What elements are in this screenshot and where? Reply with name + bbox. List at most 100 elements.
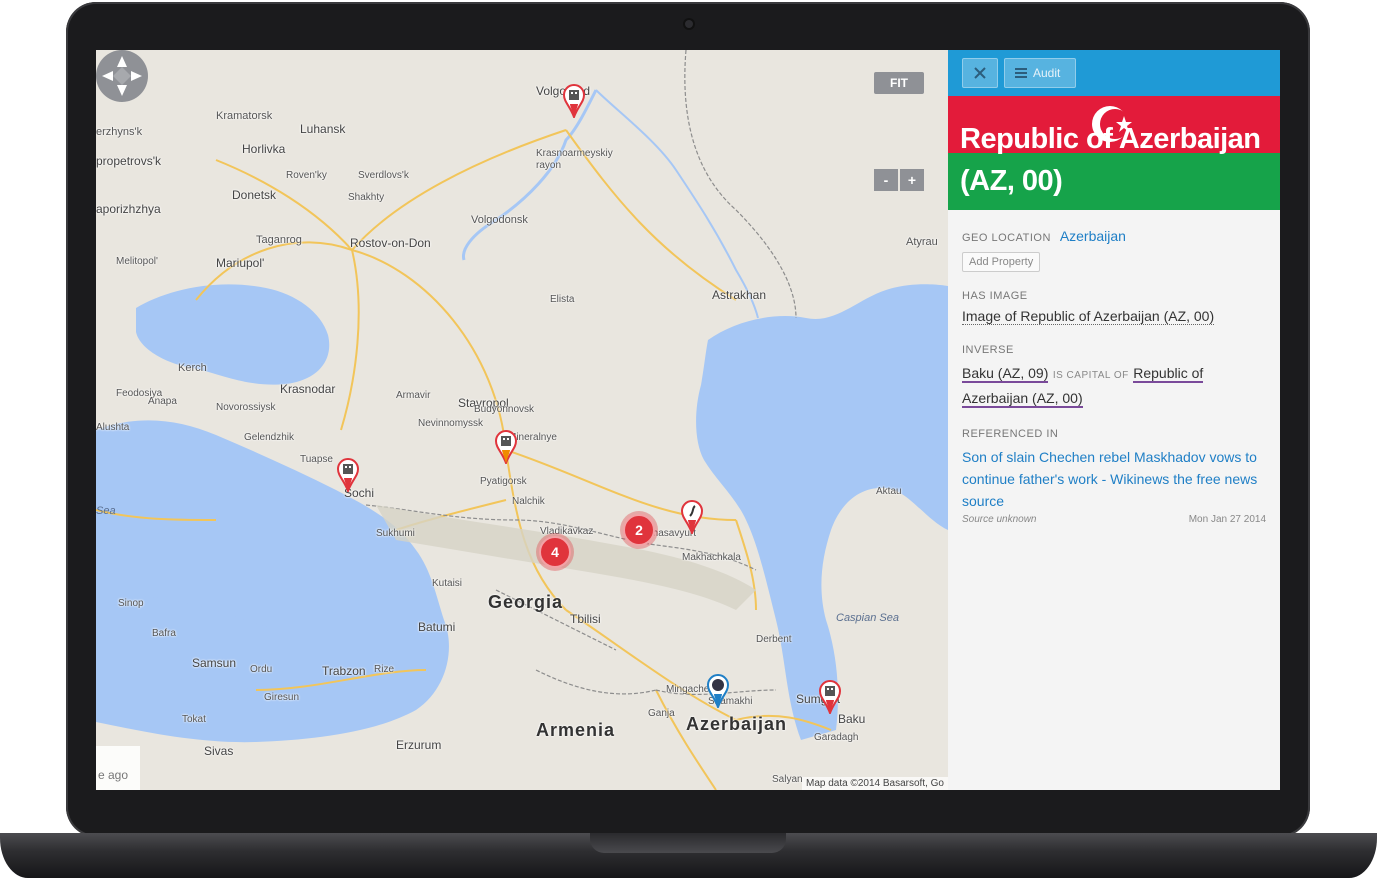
screen: Volgograd Krasnoarmeyskiy rayon Kramator…: [96, 50, 1280, 790]
has-image-section: HAS IMAGE Image of Republic of Azerbaija…: [962, 290, 1266, 326]
close-button[interactable]: [962, 58, 998, 88]
map-pin-building-icon[interactable]: [818, 680, 842, 714]
map-label-donetsk: Donetsk: [232, 188, 277, 202]
map-label-derbent: Derbent: [756, 634, 792, 645]
map-label-tbilisi: Tbilisi: [570, 612, 601, 626]
map-label-anapa: Anapa: [148, 396, 177, 407]
reference-meta: Source unknown Mon Jan 27 2014: [962, 514, 1266, 525]
map-label-rovenky: Roven'ky: [286, 170, 327, 181]
map-label-dnipropetrovsk: propetrovs'k: [96, 154, 161, 168]
zoom-out-button[interactable]: -: [874, 169, 898, 191]
zoom-controls: - +: [874, 169, 924, 191]
entity-title-line1: Republic of Azerbaijan: [960, 123, 1261, 155]
map-label-zerzhynsk: erzhyns'k: [96, 126, 143, 138]
map-label-aktau: Aktau: [876, 486, 902, 497]
map-label-budyonnovsk: Budyonnovsk: [474, 404, 535, 415]
map-canvas: [96, 50, 948, 790]
map-label-erzurum: Erzurum: [396, 738, 442, 752]
map-label-horlivka: Horlivka: [242, 142, 286, 156]
map-pin-globe-icon[interactable]: [706, 674, 730, 708]
map-pin-building-icon[interactable]: [336, 458, 360, 492]
map-label-luhansk: Luhansk: [300, 122, 346, 136]
detail-panel: Audit Republic of Azerbaijan (AZ, 00) GE…: [948, 50, 1280, 790]
map-pin-building-icon[interactable]: [494, 430, 518, 464]
map-label-alushta: Alushta: [96, 422, 130, 433]
map-label-mariupol: Mariupol': [216, 256, 265, 270]
reference-link[interactable]: Son of slain Chechen rebel Maskhadov vow…: [962, 446, 1266, 512]
map-label-nalchik: Nalchik: [512, 496, 545, 507]
map-label-atyrau: Atyrau: [906, 236, 938, 248]
map-label-armenia: Armenia: [536, 720, 616, 740]
map-label-ordu: Ordu: [250, 664, 273, 675]
map-label-sukhumi: Sukhumi: [376, 528, 415, 539]
map-label-makhachkala: Makhachkala: [682, 552, 741, 563]
map-label-batumi: Batumi: [418, 620, 456, 634]
map-label-sinop: Sinop: [118, 598, 144, 609]
map-cluster[interactable]: 4: [539, 536, 571, 568]
map-label-bafra: Bafra: [152, 628, 176, 639]
map-label-gelendzhik: Gelendzhik: [244, 432, 295, 443]
map-pin-link-icon[interactable]: [680, 500, 704, 534]
map-label-krasnoarmeysky: Krasnoarmeyskiy rayon: [536, 148, 613, 171]
audit-label: Audit: [1033, 66, 1061, 80]
map-label-tokat: Tokat: [182, 714, 206, 725]
inverse-section: INVERSE Baku (AZ, 09) IS CAPITAL OF Repu…: [962, 344, 1266, 410]
geo-location-section: GEO LOCATION Azerbaijan Add Property: [962, 228, 1266, 272]
map-label-rostov: Rostov-on-Don: [350, 236, 431, 250]
map-label-nevinnomyssk: Nevinnomyssk: [418, 418, 484, 429]
has-image-key: HAS IMAGE: [962, 290, 1028, 302]
fit-button[interactable]: FIT: [874, 72, 924, 94]
referenced-in-key: REFERENCED IN: [962, 428, 1059, 440]
has-image-value[interactable]: Image of Republic of Azerbaijan (AZ, 00): [962, 308, 1215, 325]
map-label-samsun: Samsun: [192, 656, 237, 670]
inverse-key: INVERSE: [962, 344, 1014, 356]
zoom-in-button[interactable]: +: [900, 169, 924, 191]
map-label-vladikavkaz: Vladikavkaz: [540, 526, 594, 537]
entity-title: Republic of Azerbaijan (AZ, 00): [960, 118, 1261, 202]
list-icon: [1015, 68, 1027, 78]
map-label-garadagh: Garadagh: [814, 732, 859, 743]
map-label-taganrog: Taganrog: [256, 234, 302, 246]
map-pin-building-icon[interactable]: [562, 84, 586, 118]
time-ago-label: e ago: [98, 768, 129, 782]
geo-location-value[interactable]: Azerbaijan: [1060, 228, 1126, 244]
map-label-volgodonsk: Volgodonsk: [471, 214, 528, 226]
map-label-trabzon: Trabzon: [322, 664, 366, 678]
time-ago-widget: e ago: [96, 746, 140, 790]
inverse-predicate: IS CAPITAL OF: [1052, 370, 1129, 381]
camera-icon: [685, 20, 693, 28]
map-attribution: Map data ©2014 Basarsoft, Go: [801, 777, 948, 790]
map-label-elista: Elista: [550, 294, 575, 305]
map-label-caspian: Caspian Sea: [836, 612, 899, 624]
map-label-ganja: Ganja: [648, 708, 675, 719]
map-label-sea: Sea: [96, 505, 116, 517]
map-label-sverdlovsk: Sverdlovs'k: [358, 170, 409, 181]
panel-toolbar: Audit: [948, 50, 1280, 96]
map-label-astrakhan: Astrakhan: [712, 288, 767, 302]
map-label-georgia: Georgia: [488, 592, 564, 612]
map-label-melitopol: Melitopol': [116, 256, 158, 267]
map-cluster[interactable]: 2: [623, 514, 655, 546]
map-label-sivas: Sivas: [204, 744, 234, 758]
map-label-armavir: Armavir: [396, 390, 431, 401]
add-property-button[interactable]: Add Property: [962, 252, 1041, 272]
reference-source: Source unknown: [962, 514, 1037, 525]
referenced-in-section: REFERENCED IN Son of slain Chechen rebel…: [962, 428, 1266, 525]
map-label-rize: Rize: [374, 664, 395, 675]
map-label-novorossiysk: Novorossiysk: [216, 402, 276, 413]
map-label-salyan: Salyan: [772, 774, 803, 785]
map-label-azerbaijan: Azerbaijan: [686, 714, 788, 734]
pan-compass-icon[interactable]: [96, 50, 148, 102]
map-label-pyatigorsk: Pyatigorsk: [480, 476, 527, 487]
map-label-shakhty: Shakhty: [348, 192, 385, 203]
reference-date: Mon Jan 27 2014: [1188, 514, 1266, 525]
map-label-kerch: Kerch: [178, 362, 207, 374]
map-label-baku: Baku: [838, 712, 866, 726]
map-label-kutaisi: Kutaisi: [432, 578, 463, 589]
audit-button[interactable]: Audit: [1004, 58, 1076, 88]
map-label-kramatorsk: Kramatorsk: [216, 110, 273, 122]
map-label-tuapse: Tuapse: [300, 454, 333, 465]
inverse-subject[interactable]: Baku (AZ, 09): [962, 365, 1049, 383]
map-view[interactable]: Volgograd Krasnoarmeyskiy rayon Kramator…: [96, 50, 948, 790]
map-label-zaporizhzhya: aporizhzhya: [96, 202, 161, 216]
